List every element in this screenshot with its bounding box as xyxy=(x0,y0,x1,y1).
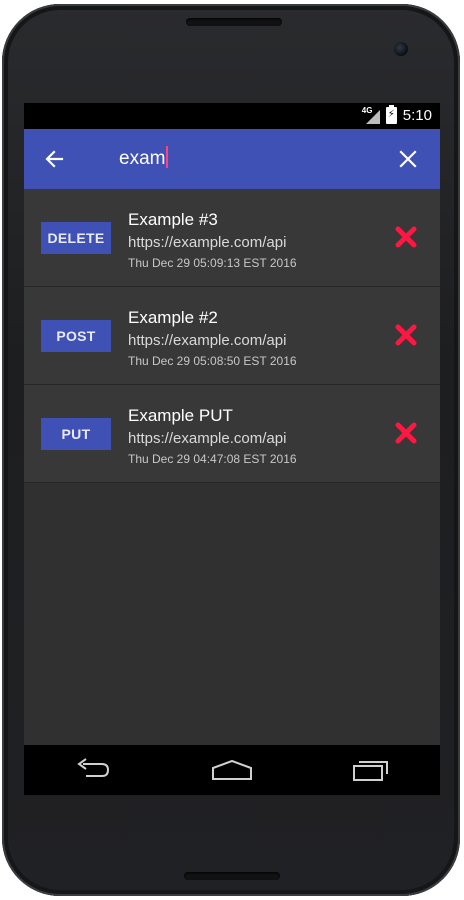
battery-icon: ⚡ xyxy=(385,105,397,124)
nav-recents-icon xyxy=(352,761,388,781)
list-item[interactable]: POST Example #2 https://example.com/api … xyxy=(24,287,440,385)
search-input[interactable]: exam xyxy=(119,146,169,170)
close-icon xyxy=(399,150,417,168)
delete-x-icon xyxy=(395,422,417,444)
clear-search-button[interactable] xyxy=(392,143,424,175)
status-time: 5:10 xyxy=(402,107,432,124)
front-camera xyxy=(394,42,408,56)
request-list: DELETE Example #3 https://example.com/ap… xyxy=(24,189,440,483)
arrow-back-icon xyxy=(45,150,64,168)
request-title: Example #3 xyxy=(128,210,218,229)
list-item[interactable]: DELETE Example #3 https://example.com/ap… xyxy=(24,189,440,287)
search-query: exam xyxy=(119,148,166,169)
request-url: https://example.com/api xyxy=(128,234,287,251)
request-date: Thu Dec 29 05:09:13 EST 2016 xyxy=(128,256,297,270)
delete-button[interactable] xyxy=(394,421,418,445)
request-title: Example #2 xyxy=(128,308,218,327)
method-badge: POST xyxy=(41,320,111,352)
request-date: Thu Dec 29 04:47:08 EST 2016 xyxy=(128,452,297,466)
top-speaker xyxy=(186,18,282,26)
request-url: https://example.com/api xyxy=(128,430,287,447)
system-nav-bar xyxy=(24,745,440,795)
delete-button[interactable] xyxy=(394,323,418,347)
back-button[interactable] xyxy=(38,143,70,175)
method-badge: DELETE xyxy=(41,222,111,254)
search-toolbar: exam xyxy=(24,129,440,189)
request-title: Example PUT xyxy=(128,406,233,425)
delete-button[interactable] xyxy=(394,225,418,249)
bottom-speaker xyxy=(184,872,280,880)
nav-back-button[interactable] xyxy=(63,750,123,790)
text-caret xyxy=(166,146,169,168)
nav-home-button[interactable] xyxy=(202,750,262,790)
method-badge: PUT xyxy=(41,418,111,450)
request-date: Thu Dec 29 05:08:50 EST 2016 xyxy=(128,354,297,368)
status-bar: 4G ⚡ 5:10 xyxy=(24,103,440,129)
delete-x-icon xyxy=(395,226,417,248)
delete-x-icon xyxy=(395,324,417,346)
nav-back-icon xyxy=(77,758,110,777)
list-item[interactable]: PUT Example PUT https://example.com/api … xyxy=(24,385,440,483)
request-url: https://example.com/api xyxy=(128,332,287,349)
app-screen: 4G ⚡ 5:10 exam DELETE Example #3 https:/… xyxy=(24,103,440,795)
signal-icon: 4G xyxy=(362,106,380,124)
nav-home-icon xyxy=(211,759,252,780)
status-indicators: 4G ⚡ 5:10 xyxy=(362,105,432,124)
nav-recents-button[interactable] xyxy=(341,750,401,790)
